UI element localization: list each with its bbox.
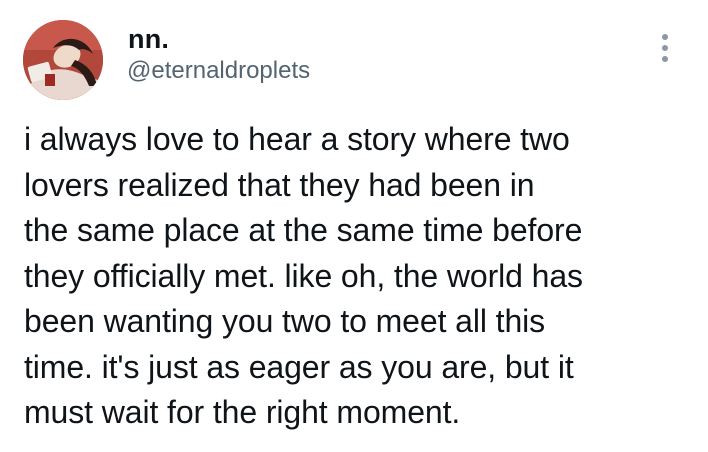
profile-photo [23, 20, 103, 100]
tweet-card: nn. @eternaldroplets i always love to he… [0, 0, 708, 452]
dot [662, 56, 668, 62]
tweet-text: i always love to hear a story where two … [24, 121, 583, 430]
more-options-icon[interactable] [655, 34, 675, 74]
avatar[interactable] [23, 20, 103, 100]
display-name[interactable]: nn. [128, 23, 169, 55]
user-handle[interactable]: @eternaldroplets [127, 56, 310, 86]
dot [662, 45, 668, 51]
dot [662, 34, 668, 40]
